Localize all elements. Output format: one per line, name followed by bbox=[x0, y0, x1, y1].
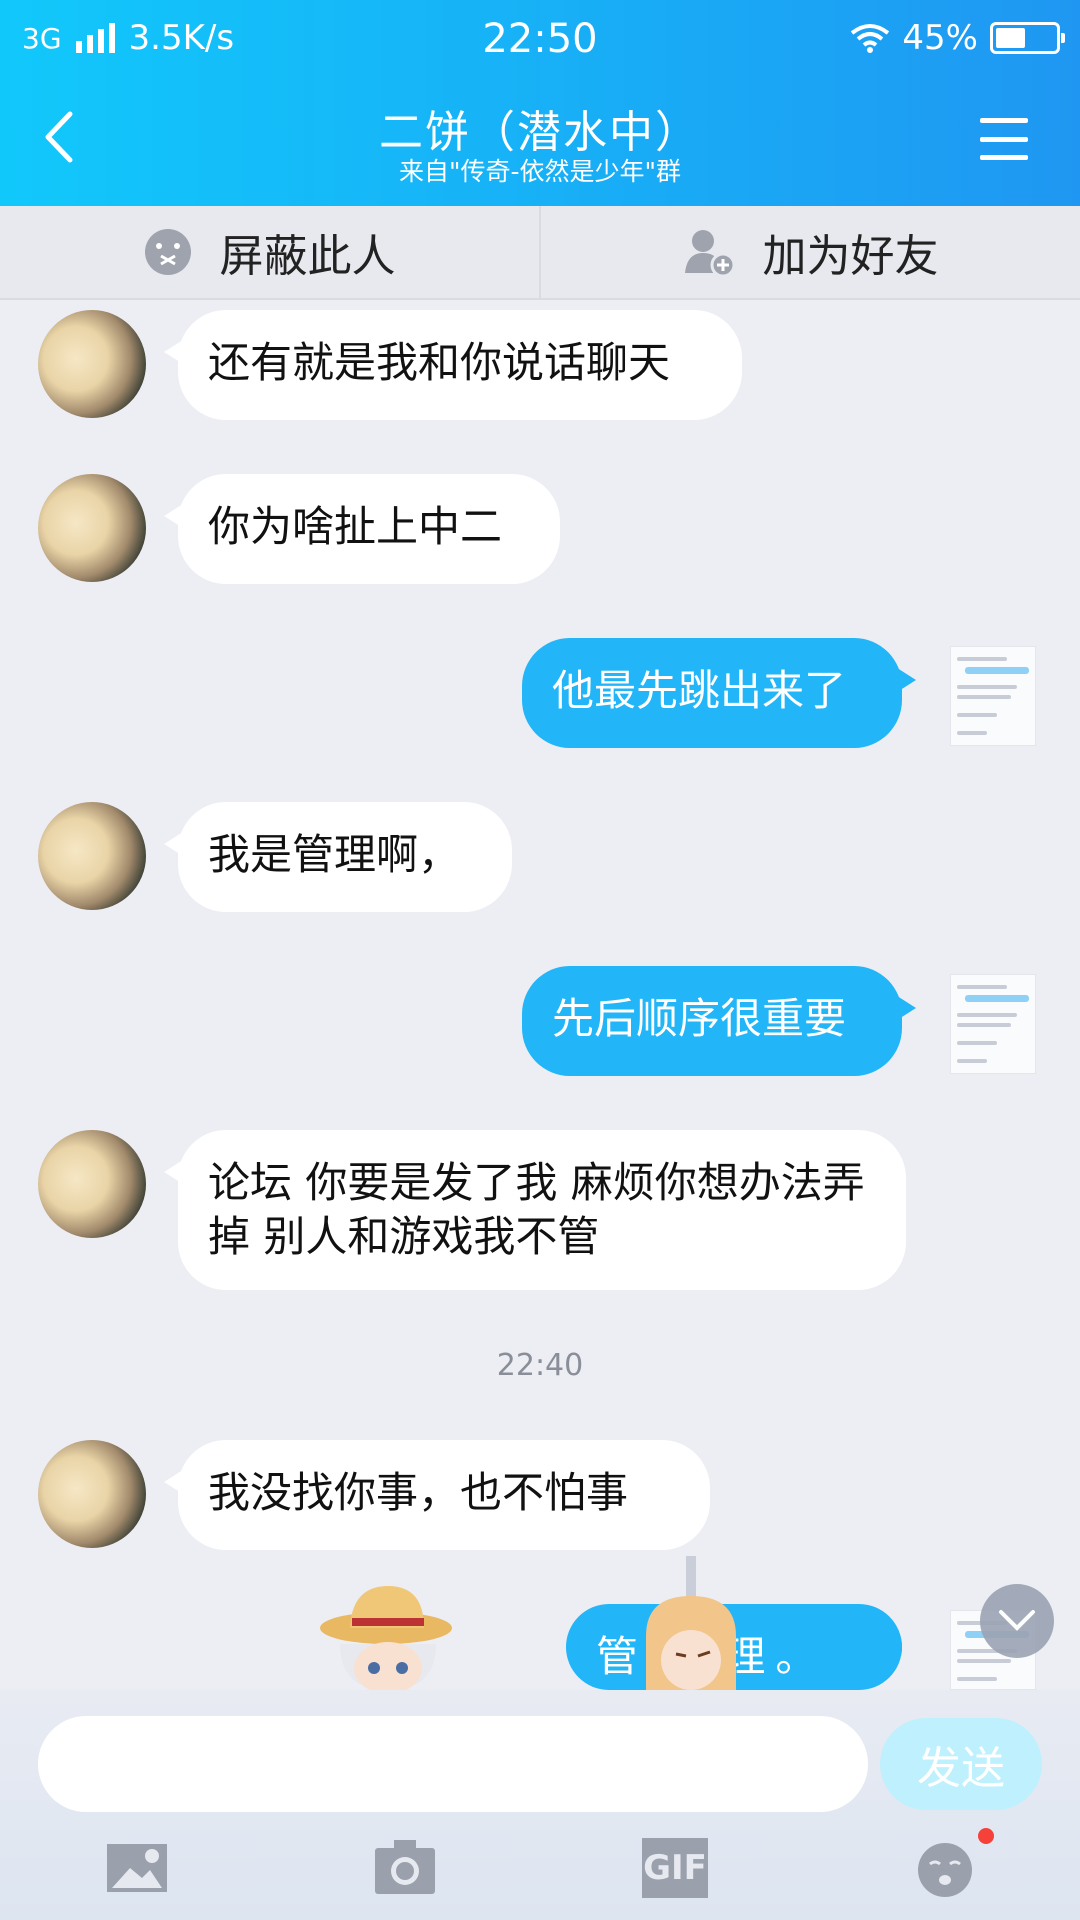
send-button[interactable]: 发送 bbox=[880, 1718, 1042, 1810]
notification-dot bbox=[978, 1828, 994, 1844]
block-face-icon bbox=[144, 229, 191, 275]
wifi-icon bbox=[851, 24, 890, 53]
action-bar: 屏蔽此人 加为好友 bbox=[0, 206, 1080, 300]
avatar[interactable] bbox=[38, 310, 146, 418]
chat-header: 3G 3.5K/s 22:50 45% 二饼（潜水中） 来自"传奇-依然是少年"… bbox=[0, 0, 1080, 206]
emoji-icon[interactable] bbox=[914, 1838, 976, 1898]
incoming-message-bubble[interactable]: 我没找你事，也不怕事 bbox=[164, 1440, 710, 1550]
image-icon[interactable] bbox=[104, 1838, 170, 1898]
menu-icon[interactable] bbox=[980, 118, 1028, 160]
incoming-message-bubble[interactable]: 我是管理啊， bbox=[164, 802, 512, 912]
scroll-to-bottom-button[interactable] bbox=[980, 1584, 1054, 1658]
self-avatar-thumbnail[interactable] bbox=[950, 974, 1036, 1074]
incoming-message-bubble[interactable]: 你为啥扯上中二 bbox=[164, 474, 560, 584]
self-avatar-thumbnail[interactable] bbox=[950, 646, 1036, 746]
avatar[interactable] bbox=[38, 802, 146, 910]
gif-icon[interactable]: GIF bbox=[642, 1838, 708, 1898]
avatar[interactable] bbox=[38, 1130, 146, 1238]
camera-icon[interactable] bbox=[372, 1838, 438, 1898]
input-bar: 发送 GIF bbox=[0, 1690, 1080, 1920]
add-friend-icon bbox=[684, 230, 735, 277]
sticker-girl-hat-icon bbox=[320, 1586, 452, 1690]
message-input[interactable] bbox=[38, 1716, 868, 1812]
block-user-button[interactable]: 屏蔽此人 bbox=[0, 206, 539, 298]
message-timestamp: 22:40 bbox=[496, 1348, 584, 1383]
incoming-message-bubble[interactable]: 还有就是我和你说话聊天 bbox=[164, 310, 742, 420]
outgoing-message-bubble[interactable]: 他最先跳出来了 bbox=[522, 638, 916, 748]
avatar[interactable] bbox=[38, 474, 146, 582]
gif-label: GIF bbox=[643, 1848, 707, 1888]
battery-icon bbox=[990, 22, 1065, 54]
battery-percent: 45% bbox=[902, 18, 978, 58]
incoming-message-bubble[interactable]: 论坛 你要是发了我 麻烦你想办法弄掉 别人和游戏我不管 bbox=[164, 1130, 906, 1290]
chat-title: 二饼（潜水中） bbox=[379, 107, 701, 158]
add-friend-button[interactable]: 加为好友 bbox=[539, 206, 1080, 298]
sticker-boy-sword-icon bbox=[646, 1556, 736, 1690]
chevron-down-icon bbox=[999, 1610, 1035, 1631]
status-bar: 3G 3.5K/s 22:50 45% bbox=[0, 12, 1080, 62]
chat-subtitle: 来自"传奇-依然是少年"群 bbox=[398, 157, 682, 186]
outgoing-message-bubble[interactable]: 先后顺序很重要 bbox=[522, 966, 916, 1076]
add-friend-label: 加为好友 bbox=[762, 231, 939, 282]
block-user-label: 屏蔽此人 bbox=[219, 231, 396, 282]
avatar[interactable] bbox=[38, 1440, 146, 1548]
